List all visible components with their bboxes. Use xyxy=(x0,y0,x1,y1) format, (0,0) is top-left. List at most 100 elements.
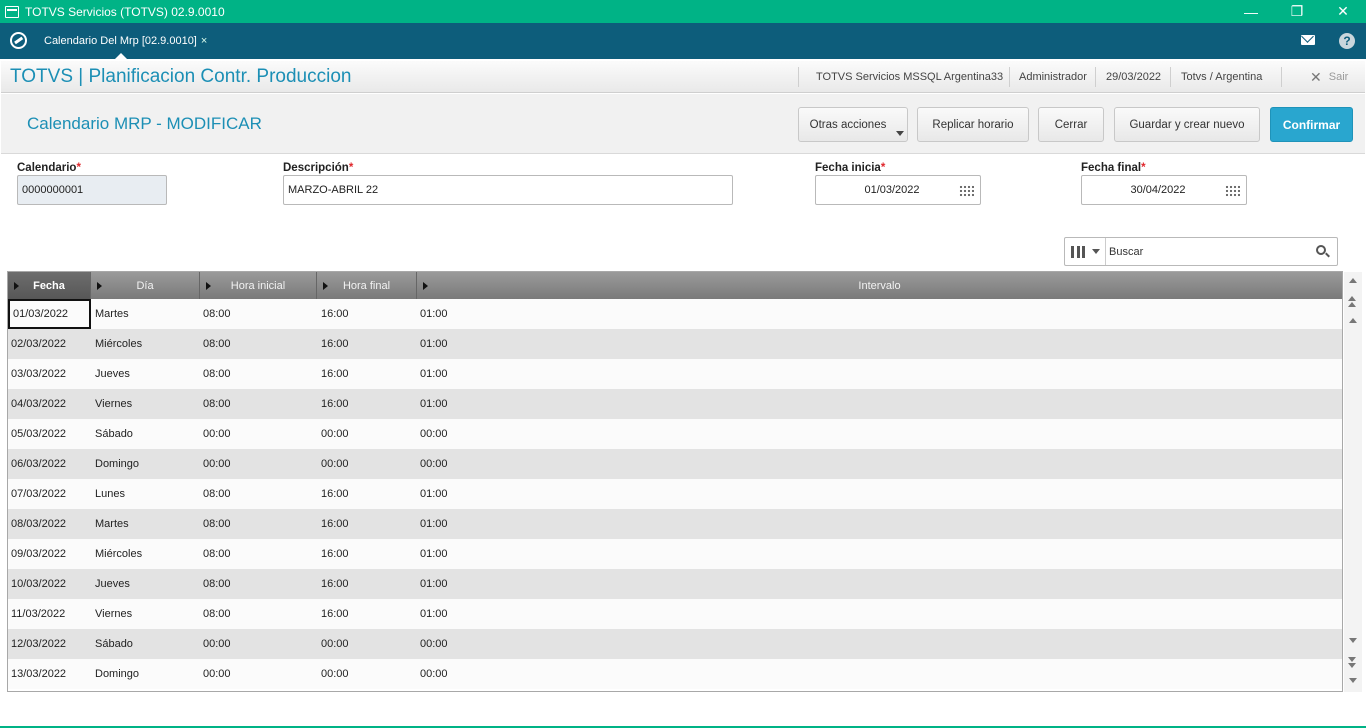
table-row[interactable]: 01/03/2022 Martes 08:00 16:00 01:00 xyxy=(8,299,1342,329)
table-row[interactable]: 04/03/2022 Viernes 08:00 16:00 01:00 xyxy=(8,389,1342,419)
table-cell[interactable]: 08:00 xyxy=(200,509,317,539)
table-cell[interactable]: 00:00 xyxy=(317,419,417,449)
totvs-logo-icon[interactable] xyxy=(10,32,27,49)
grid-scrollbar[interactable] xyxy=(1344,272,1362,692)
table-cell[interactable]: 16:00 xyxy=(317,539,417,569)
table-cell[interactable]: 00:00 xyxy=(417,629,1342,659)
table-row[interactable]: 07/03/2022 Lunes 08:00 16:00 01:00 xyxy=(8,479,1342,509)
save-and-new-button[interactable]: Guardar y crear nuevo xyxy=(1114,107,1260,142)
table-cell[interactable]: Miércoles xyxy=(91,329,200,359)
start-date-field[interactable]: 01/03/2022 xyxy=(815,175,981,205)
table-cell[interactable]: Martes xyxy=(91,509,200,539)
table-cell[interactable]: Martes xyxy=(91,299,200,329)
table-cell[interactable]: 00:00 xyxy=(200,659,317,689)
description-field[interactable]: MARZO-ABRIL 22 xyxy=(283,175,733,205)
table-cell[interactable]: Viernes xyxy=(91,389,200,419)
table-cell[interactable]: 01:00 xyxy=(417,599,1342,629)
more-actions-button[interactable]: Otras acciones xyxy=(798,107,908,142)
user-info[interactable]: Administrador xyxy=(1019,61,1087,93)
table-cell[interactable]: 10/03/2022 xyxy=(8,569,91,599)
table-cell[interactable]: 08:00 xyxy=(200,479,317,509)
scroll-top-icon[interactable] xyxy=(1348,318,1358,330)
column-header-intervalo[interactable]: Intervalo xyxy=(417,272,1342,299)
table-cell[interactable]: 16:00 xyxy=(317,599,417,629)
table-cell[interactable]: 01:00 xyxy=(417,509,1342,539)
page-up-icon[interactable] xyxy=(1348,295,1358,307)
close-window-icon[interactable]: ✕ xyxy=(1320,0,1366,23)
close-button[interactable]: Cerrar xyxy=(1038,107,1104,142)
table-cell[interactable]: 05/03/2022 xyxy=(8,419,91,449)
scroll-bottom-icon[interactable] xyxy=(1348,678,1358,690)
table-cell[interactable]: 08:00 xyxy=(200,569,317,599)
table-cell[interactable]: 00:00 xyxy=(200,629,317,659)
table-cell[interactable]: 11/03/2022 xyxy=(8,599,91,629)
table-cell[interactable]: 00:00 xyxy=(200,449,317,479)
table-cell[interactable]: 00:00 xyxy=(317,449,417,479)
column-header-hora-inicial[interactable]: Hora inicial xyxy=(200,272,317,299)
date-info[interactable]: 29/03/2022 xyxy=(1106,61,1161,93)
table-cell[interactable]: 08:00 xyxy=(200,299,317,329)
table-cell[interactable]: 12/03/2022 xyxy=(8,629,91,659)
table-cell[interactable]: 01:00 xyxy=(417,569,1342,599)
table-cell[interactable]: 16:00 xyxy=(317,299,417,329)
mail-icon[interactable] xyxy=(1301,35,1315,45)
table-cell[interactable]: 00:00 xyxy=(317,659,417,689)
table-row[interactable]: 06/03/2022 Domingo 00:00 00:00 00:00 xyxy=(8,449,1342,479)
table-cell[interactable]: 03/03/2022 xyxy=(8,359,91,389)
page-down-icon[interactable] xyxy=(1348,656,1358,668)
table-cell[interactable]: 16:00 xyxy=(317,479,417,509)
table-cell[interactable]: 08:00 xyxy=(200,329,317,359)
table-cell[interactable]: 00:00 xyxy=(417,419,1342,449)
column-header-dia[interactable]: Día xyxy=(91,272,200,299)
table-cell[interactable]: 16:00 xyxy=(317,359,417,389)
table-cell[interactable]: Jueves xyxy=(91,359,200,389)
table-cell[interactable]: Sábado xyxy=(91,419,200,449)
scroll-up-icon[interactable] xyxy=(1348,278,1358,290)
minimize-icon[interactable]: — xyxy=(1228,0,1274,23)
table-row[interactable]: 02/03/2022 Miércoles 08:00 16:00 01:00 xyxy=(8,329,1342,359)
table-cell[interactable]: 00:00 xyxy=(417,449,1342,479)
table-cell[interactable]: 01:00 xyxy=(417,479,1342,509)
table-cell[interactable]: 00:00 xyxy=(417,659,1342,689)
column-selector-button[interactable] xyxy=(1065,238,1106,265)
table-cell[interactable]: 08:00 xyxy=(200,359,317,389)
column-header-hora-final[interactable]: Hora final xyxy=(317,272,417,299)
table-cell[interactable]: Miércoles xyxy=(91,539,200,569)
company-info[interactable]: Totvs / Argentina xyxy=(1181,61,1262,93)
table-cell[interactable]: 16:00 xyxy=(317,569,417,599)
environment-info[interactable]: TOTVS Servicios MSSQL Argentina33 xyxy=(816,61,1003,93)
table-cell[interactable]: 01:00 xyxy=(417,389,1342,419)
table-row[interactable]: 05/03/2022 Sábado 00:00 00:00 00:00 xyxy=(8,419,1342,449)
table-cell[interactable]: 04/03/2022 xyxy=(8,389,91,419)
table-cell[interactable]: 09/03/2022 xyxy=(8,539,91,569)
table-cell[interactable]: 01/03/2022 xyxy=(8,299,91,329)
table-row[interactable]: 03/03/2022 Jueves 08:00 16:00 01:00 xyxy=(8,359,1342,389)
table-cell[interactable]: 00:00 xyxy=(200,419,317,449)
search-icon[interactable] xyxy=(1316,245,1326,255)
table-cell[interactable]: 02/03/2022 xyxy=(8,329,91,359)
table-cell[interactable]: Domingo xyxy=(91,659,200,689)
restore-icon[interactable]: ❐ xyxy=(1274,0,1320,23)
table-cell[interactable]: 08:00 xyxy=(200,539,317,569)
table-cell[interactable]: 01:00 xyxy=(417,329,1342,359)
table-row[interactable]: 08/03/2022 Martes 08:00 16:00 01:00 xyxy=(8,509,1342,539)
table-cell[interactable]: 07/03/2022 xyxy=(8,479,91,509)
search-input[interactable] xyxy=(1109,242,1299,262)
table-cell[interactable]: 06/03/2022 xyxy=(8,449,91,479)
table-row[interactable]: 12/03/2022 Sábado 00:00 00:00 00:00 xyxy=(8,629,1342,659)
exit-button[interactable]: ✕ Sair xyxy=(1310,61,1348,93)
table-cell[interactable]: Sábado xyxy=(91,629,200,659)
table-cell[interactable]: 01:00 xyxy=(417,539,1342,569)
calendar-field[interactable]: 0000000001 xyxy=(17,175,167,205)
column-header-fecha[interactable]: Fecha xyxy=(8,272,91,299)
table-cell[interactable]: 08:00 xyxy=(200,389,317,419)
table-row[interactable]: 09/03/2022 Miércoles 08:00 16:00 01:00 xyxy=(8,539,1342,569)
help-icon[interactable]: ? xyxy=(1339,33,1355,49)
tab-calendario-mrp[interactable]: Calendario Del Mrp [02.9.0010] × xyxy=(36,23,208,59)
table-cell[interactable]: 13/03/2022 xyxy=(8,659,91,689)
table-cell[interactable]: 08/03/2022 xyxy=(8,509,91,539)
calendar-icon[interactable] xyxy=(1225,185,1240,197)
tab-close-icon[interactable]: × xyxy=(201,35,207,47)
calendar-icon[interactable] xyxy=(959,185,974,197)
end-date-field[interactable]: 30/04/2022 xyxy=(1081,175,1247,205)
